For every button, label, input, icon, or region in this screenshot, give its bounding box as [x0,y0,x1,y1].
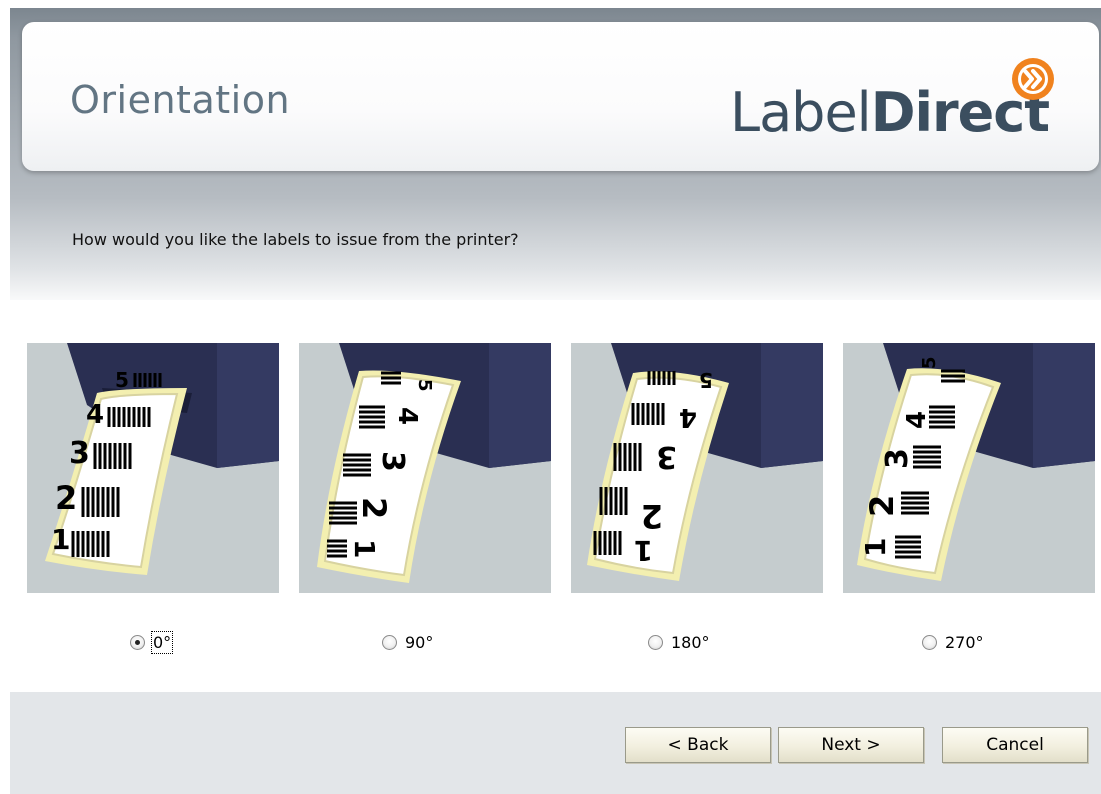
label-number: 3 [69,436,90,471]
label-number: 4 [86,400,104,430]
label-number: 4 [679,402,697,432]
radio-button[interactable] [648,634,663,650]
radio-button[interactable] [130,634,145,650]
radio-label[interactable]: 270° [945,633,984,652]
label-number: 3 [656,439,677,474]
radio-button[interactable] [382,634,397,650]
double-chevron-right-icon [1012,58,1054,100]
label-number: 2 [863,495,901,517]
radio-label[interactable]: 90° [405,633,433,652]
label-number: 2 [55,479,77,517]
orientation-180-image[interactable]: 5 4 3 2 1 [571,343,823,593]
printer-illustration: 5 4 3 2 1 [587,343,823,581]
labeldirect-logo: LabelDirect [730,78,1050,148]
orientation-question: How would you like the labels to issue f… [72,230,519,249]
label-number: 1 [51,523,70,556]
radio-button[interactable] [922,634,937,650]
radio-option-270[interactable]: 270° [922,630,984,654]
orientation-270-image[interactable]: 5 4 3 2 1 [843,343,1095,593]
label-number: 4 [902,411,932,429]
footer-bar [10,692,1101,794]
label-number: 5 [414,379,435,392]
radio-label[interactable]: 0° [150,630,174,654]
label-number: 3 [880,448,915,469]
printer-illustration: 5 4 3 2 1 [857,343,1095,581]
back-button[interactable]: < Back [625,727,771,763]
logo-text-light: Label [730,81,872,144]
page-title: Orientation [70,78,291,122]
radio-option-180[interactable]: 180° [648,630,710,654]
label-number: 3 [375,451,410,472]
label-number: 1 [634,534,653,567]
radio-option-90[interactable]: 90° [382,630,433,654]
orientation-0-image[interactable]: 5 4 3 2 1 [27,343,279,593]
label-number: 5 [699,368,713,392]
label-number: 4 [392,407,422,425]
radio-option-0[interactable]: 0° [130,630,174,654]
printer-illustration: 5 4 3 2 1 [45,343,279,575]
radio-label[interactable]: 180° [671,633,710,652]
next-button[interactable]: Next > [778,727,924,763]
printer-illustration: 5 4 3 2 1 [317,343,551,583]
label-number: 1 [859,538,892,557]
label-number: 2 [355,497,393,519]
label-number: 1 [348,539,381,558]
label-number: 2 [641,497,663,535]
cancel-button[interactable]: Cancel [942,727,1088,763]
label-number: 5 [919,356,940,369]
label-number: 5 [115,368,129,392]
orientation-90-image[interactable]: 5 4 3 2 1 [299,343,551,593]
